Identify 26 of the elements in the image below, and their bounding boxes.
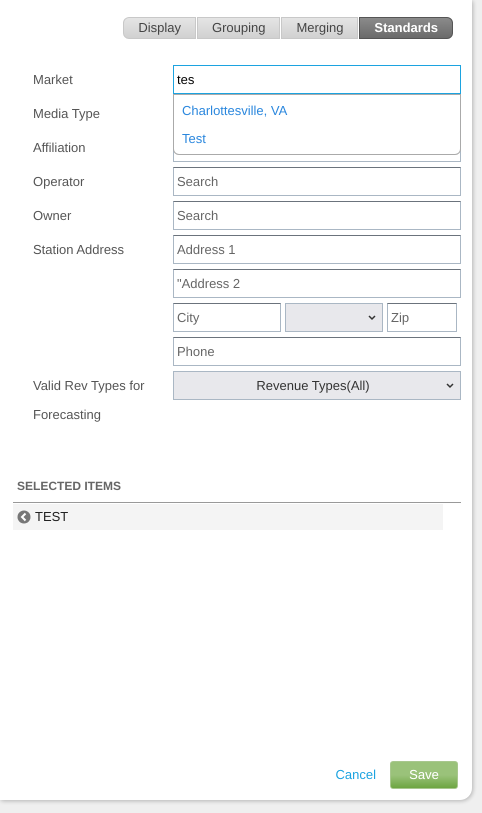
input-field[interactable]: Search: [173, 167, 461, 196]
field-label: Station Address: [33, 242, 124, 257]
tab[interactable]: Display: [123, 17, 196, 39]
field-label: Media Type: [33, 106, 100, 121]
suggestion-item[interactable]: Test: [174, 124, 460, 152]
selected-item[interactable]: TEST: [13, 504, 443, 530]
zip-field[interactable]: Zip: [387, 303, 457, 332]
field-label: Valid Rev Types for Forecasting: [33, 377, 146, 424]
city-field[interactable]: City: [173, 303, 281, 332]
revenue-types-dropdown[interactable]: Revenue Types(All): [173, 371, 461, 400]
chevron-down-icon: [368, 314, 376, 320]
input-field[interactable]: Address 1: [173, 235, 461, 264]
input-field[interactable]: Phone: [173, 337, 461, 366]
field-label: Affiliation: [33, 140, 86, 155]
field-label: Operator: [33, 174, 84, 189]
field-label: Market: [33, 72, 73, 87]
field-label: Owner: [33, 208, 72, 223]
input-field[interactable]: Search: [173, 201, 461, 230]
tab[interactable]: Merging: [281, 17, 358, 39]
input-field[interactable]: "Address 2: [173, 269, 461, 298]
tab[interactable]: Standards: [359, 17, 453, 39]
input-field[interactable]: tes: [173, 65, 461, 94]
section-heading: SELECTED ITEMS: [17, 478, 122, 495]
tab[interactable]: Grouping: [196, 17, 280, 39]
chevron-down-icon: [446, 382, 454, 388]
suggestion-item[interactable]: Charlottesville, VA: [174, 97, 460, 124]
